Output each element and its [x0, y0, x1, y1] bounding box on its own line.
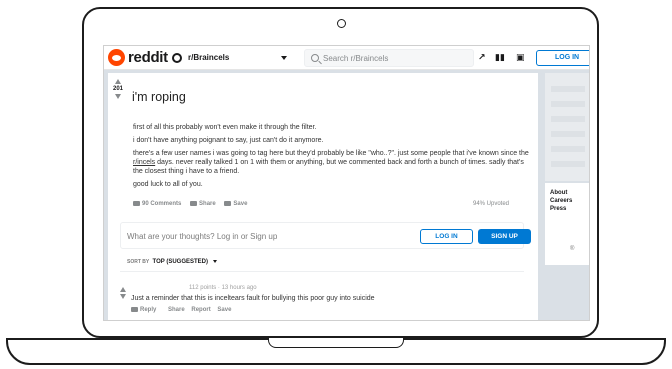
comment-actions: Reply Share Report Save: [131, 307, 236, 313]
sort-value[interactable]: TOP (SUGGESTED): [153, 259, 208, 265]
upvote-ratio: 94% Upvoted: [473, 201, 510, 207]
screen: reddit r/Braincels ↗ ▮▮ ▣ LOG IN 201 i'm…: [103, 45, 590, 321]
laptop-notch: [268, 338, 404, 348]
comment-icon: [131, 307, 138, 312]
login-button[interactable]: LOG IN: [536, 50, 589, 66]
downvote-icon[interactable]: [115, 94, 121, 99]
share-button[interactable]: Share: [190, 201, 216, 207]
save-button[interactable]: Save: [224, 201, 247, 207]
top-bar: reddit r/Braincels ↗ ▮▮ ▣ LOG IN: [104, 46, 589, 70]
post-text: days. never really talked 1 on 1 with th…: [133, 159, 524, 175]
search-bar[interactable]: [304, 49, 474, 67]
comment-text: Just a reminder that this is inceltears …: [131, 295, 375, 302]
chevron-down-icon[interactable]: [213, 260, 218, 263]
trending-icon[interactable]: ↗: [478, 52, 486, 62]
sidebar-placeholder: [551, 131, 585, 137]
divider: [120, 271, 524, 272]
post-card: 201 i'm roping first of all this probabl…: [108, 73, 538, 320]
comment-meta: 112 points · 13 hours ago: [189, 285, 257, 291]
registered-mark: ®: [570, 246, 575, 252]
post-paragraph: good luck to all of you.: [133, 181, 203, 188]
bookmark-icon: [224, 201, 232, 206]
post-title[interactable]: i'm roping: [132, 90, 186, 104]
sidebar-placeholder: [551, 116, 585, 122]
post-paragraph: there's a few user names i was going to …: [133, 149, 531, 176]
vote-column: 201: [110, 79, 126, 99]
stats-icon[interactable]: ▮▮: [495, 52, 505, 62]
comment-prompt[interactable]: What are your thoughts? Log in or Sign u…: [127, 232, 277, 241]
comment-login-button[interactable]: LOG IN: [420, 229, 473, 244]
chat-icon[interactable]: ▣: [516, 52, 525, 62]
comments-button[interactable]: 90 Comments: [133, 201, 181, 207]
report-button[interactable]: Report: [191, 307, 210, 313]
post-actions: 90 Comments Share Save: [133, 201, 254, 207]
sort-label: SORT BY: [127, 259, 150, 265]
sidebar-placeholder: [551, 86, 585, 92]
post-text: there's a few user names i was going to …: [133, 150, 529, 157]
sidebar-link-press[interactable]: Press: [550, 206, 566, 212]
sidebar-placeholder: [551, 146, 585, 152]
comment-share-button[interactable]: Share: [168, 307, 185, 313]
reply-button[interactable]: Reply: [131, 307, 161, 313]
chevron-down-icon[interactable]: [281, 56, 287, 60]
laptop-mockup: reddit r/Braincels ↗ ▮▮ ▣ LOG IN 201 i'm…: [0, 0, 672, 369]
comment-vote-column: [119, 287, 127, 299]
sidebar-placeholder: [551, 101, 585, 107]
sidebar-link-careers[interactable]: Careers: [550, 198, 572, 204]
sidebar-placeholder: [551, 161, 585, 167]
camera-icon: [337, 19, 346, 28]
post-body: first of all this probably won't even ma…: [133, 123, 531, 193]
sort-dropdown[interactable]: SORT BY TOP (SUGGESTED): [127, 259, 218, 265]
comment-box[interactable]: What are your thoughts? Log in or Sign u…: [120, 222, 531, 249]
subreddit-name[interactable]: r/Braincels: [188, 53, 229, 62]
search-icon: [311, 54, 319, 62]
subreddit-link[interactable]: r/incels: [133, 159, 155, 166]
brand-wordmark[interactable]: reddit: [128, 49, 168, 66]
comment-signup-button[interactable]: SIGN UP: [478, 229, 531, 244]
sidebar-link-about[interactable]: About: [550, 190, 567, 196]
post-paragraph: i don't have anything poignant to say, j…: [133, 137, 324, 144]
upvote-icon[interactable]: [115, 79, 121, 84]
share-icon: [190, 201, 198, 206]
search-input[interactable]: [323, 52, 463, 64]
subreddit-icon: [172, 53, 182, 63]
comment-icon: [133, 201, 140, 206]
comment-save-button[interactable]: Save: [217, 307, 231, 313]
reddit-logo-icon[interactable]: [108, 49, 125, 66]
post-paragraph: first of all this probably won't even ma…: [133, 124, 317, 131]
vote-count: 201: [112, 86, 123, 92]
downvote-icon[interactable]: [120, 294, 126, 299]
